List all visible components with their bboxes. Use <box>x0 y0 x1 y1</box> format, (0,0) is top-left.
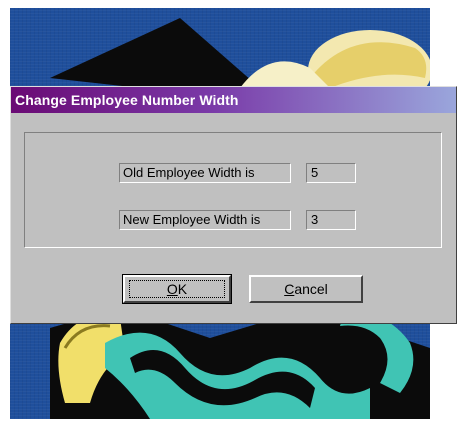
change-employee-width-dialog: Change Employee Number Width Old Employe… <box>10 86 457 324</box>
dialog-title: Change Employee Number Width <box>15 92 239 108</box>
new-width-value: 3 <box>306 210 356 230</box>
ok-button[interactable]: OK <box>122 274 232 304</box>
old-width-label: Old Employee Width is <box>119 163 291 183</box>
new-width-label: New Employee Width is <box>119 210 291 230</box>
ok-button-label: OK <box>166 281 188 297</box>
dialog-titlebar[interactable]: Change Employee Number Width <box>11 87 456 113</box>
cancel-button[interactable]: Cancel <box>249 275 363 303</box>
width-settings-group: Old Employee Width is 5 New Employee Wid… <box>24 132 442 248</box>
cancel-button-label: Cancel <box>284 281 328 297</box>
old-width-value: 5 <box>306 163 356 183</box>
